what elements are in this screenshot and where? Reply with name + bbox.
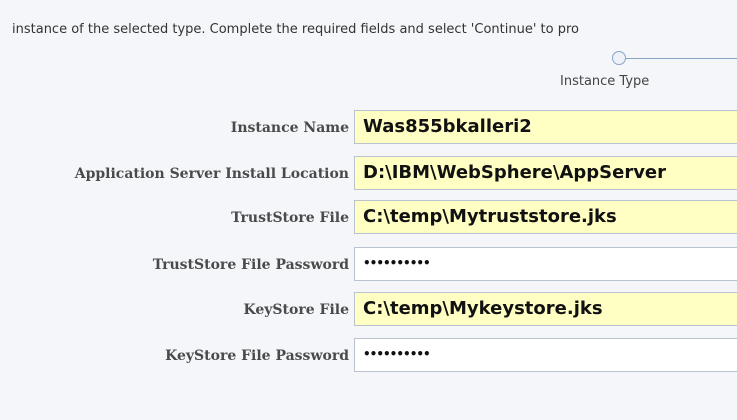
- truststore-file-row: TrustStore File C:\temp\Mytruststore.jks: [0, 200, 737, 234]
- keystore-file-label: KeyStore File: [243, 302, 349, 318]
- instance-name-row: Instance Name Was855bkalleri2: [0, 110, 737, 144]
- keystore-password-input[interactable]: ••••••••••: [354, 338, 737, 372]
- install-location-input[interactable]: D:\IBM\WebSphere\AppServer: [354, 156, 737, 190]
- truststore-password-row: TrustStore File Password ••••••••••: [0, 247, 737, 281]
- instance-name-label: Instance Name: [230, 120, 349, 136]
- step-indicator-icon[interactable]: [612, 51, 626, 65]
- instructions-text: instance of the selected type. Complete …: [12, 22, 579, 37]
- keystore-file-row: KeyStore File C:\temp\Mykeystore.jks: [0, 292, 737, 326]
- truststore-password-label: TrustStore File Password: [152, 257, 349, 273]
- truststore-file-label: TrustStore File: [231, 210, 349, 226]
- keystore-password-row: KeyStore File Password ••••••••••: [0, 338, 737, 372]
- step-train: Instance Type: [560, 48, 737, 98]
- keystore-file-input[interactable]: C:\temp\Mykeystore.jks: [354, 292, 737, 326]
- truststore-password-input[interactable]: ••••••••••: [354, 247, 737, 281]
- train-connector: [622, 58, 737, 59]
- install-location-row: Application Server Install Location D:\I…: [0, 156, 737, 190]
- install-location-label: Application Server Install Location: [74, 166, 349, 182]
- keystore-password-label: KeyStore File Password: [165, 348, 349, 364]
- step-label-instance-type: Instance Type: [560, 74, 650, 89]
- instance-name-input[interactable]: Was855bkalleri2: [354, 110, 737, 144]
- truststore-file-input[interactable]: C:\temp\Mytruststore.jks: [354, 200, 737, 234]
